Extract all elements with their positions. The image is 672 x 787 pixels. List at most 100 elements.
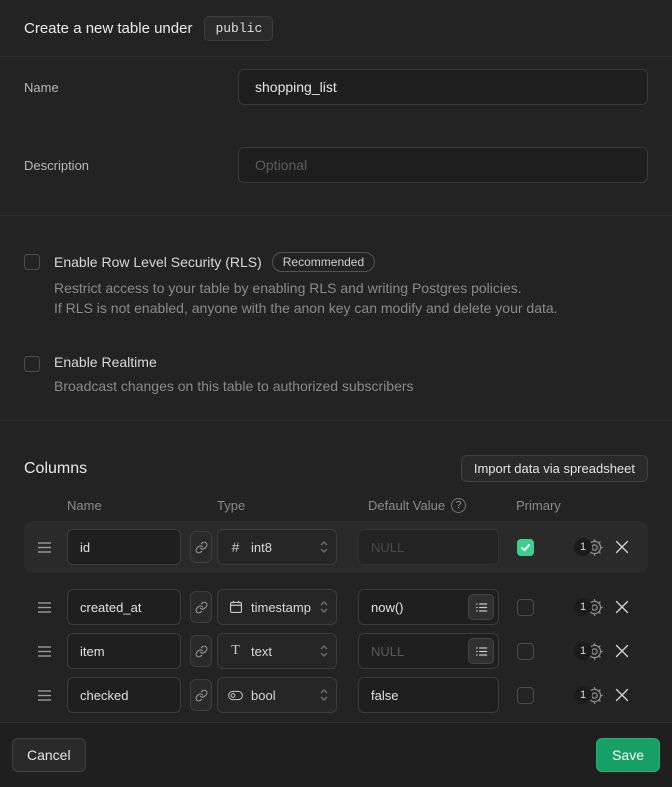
realtime-checkbox[interactable] — [24, 356, 40, 372]
rls-toggle-block: Enable Row Level Security (RLS) Recommen… — [24, 252, 648, 318]
primary-key-checkbox[interactable] — [517, 643, 534, 660]
import-spreadsheet-button[interactable]: Import data via spreadsheet — [461, 455, 648, 482]
columns-table-headers: Name Type Default Value ? Primary — [24, 498, 648, 512]
column-default-input[interactable] — [358, 677, 499, 713]
foreign-key-link-icon[interactable] — [190, 531, 212, 563]
drag-handle-icon[interactable] — [37, 689, 53, 702]
settings-count-badge: 1 — [574, 538, 592, 556]
drag-handle-icon[interactable] — [37, 601, 53, 614]
name-label: Name — [24, 69, 238, 95]
chevron-updown-icon — [319, 539, 329, 555]
default-suggestions-list-icon[interactable] — [468, 594, 494, 620]
settings-count-badge: 1 — [574, 642, 592, 660]
column-row-checked: bool 1 — [24, 677, 648, 713]
column-default-wrap — [358, 633, 499, 669]
chevron-updown-icon — [319, 643, 329, 659]
check-icon — [520, 542, 531, 553]
foreign-key-link-icon[interactable] — [190, 679, 212, 711]
table-details-section: Name Description — [0, 57, 672, 216]
column-type-select[interactable]: T text — [217, 633, 337, 669]
dialog-footer: Cancel Save — [0, 722, 672, 787]
rls-description: Restrict access to your table by enablin… — [54, 278, 558, 318]
column-type-value: bool — [251, 688, 311, 703]
column-header-type: Type — [217, 498, 245, 513]
column-header-primary: Primary — [516, 498, 561, 513]
column-name-input[interactable] — [67, 633, 181, 669]
column-header-default-label: Default Value — [368, 498, 445, 513]
column-header-name: Name — [67, 498, 102, 513]
chevron-updown-icon — [319, 599, 329, 615]
column-row-id-container: # int8 1 — [24, 521, 648, 573]
text-icon: T — [228, 643, 243, 659]
rls-description-line1: Restrict access to your table by enablin… — [54, 278, 558, 298]
default-suggestions-list-icon[interactable] — [468, 638, 494, 664]
columns-header: Columns Import data via spreadsheet — [24, 455, 648, 482]
columns-title: Columns — [24, 460, 87, 478]
realtime-description: Broadcast changes on this table to autho… — [54, 376, 414, 396]
hash-icon: # — [228, 539, 243, 555]
toggle-icon — [228, 690, 243, 701]
realtime-content: Enable Realtime Broadcast changes on thi… — [54, 354, 414, 396]
realtime-head: Enable Realtime — [54, 354, 414, 370]
columns-section: Columns Import data via spreadsheet Name… — [0, 421, 672, 722]
primary-key-checkbox[interactable] — [517, 599, 534, 616]
settings-count-badge: 1 — [574, 686, 592, 704]
rls-checkbox[interactable] — [24, 254, 40, 270]
create-table-dialog: Create a new table under public Name Des… — [0, 0, 672, 787]
dialog-title: Create a new table under — [24, 20, 192, 37]
column-default-wrap — [358, 589, 499, 625]
primary-key-checkbox[interactable] — [517, 687, 534, 704]
rls-content: Enable Row Level Security (RLS) Recommen… — [54, 252, 558, 318]
name-field-row: Name — [24, 69, 648, 105]
primary-key-checkbox[interactable] — [517, 539, 534, 556]
rls-head: Enable Row Level Security (RLS) Recommen… — [54, 252, 558, 272]
column-type-select[interactable]: bool — [217, 677, 337, 713]
description-label: Description — [24, 147, 238, 173]
column-default-wrap — [358, 677, 499, 713]
column-name-input[interactable] — [67, 589, 181, 625]
column-type-value: text — [251, 644, 311, 659]
description-field-row: Description — [24, 147, 648, 183]
delete-column-icon[interactable] — [615, 688, 629, 702]
dialog-header: Create a new table under public — [0, 0, 672, 57]
delete-column-icon[interactable] — [615, 600, 629, 614]
column-settings-group: 1 — [574, 642, 629, 661]
foreign-key-link-icon[interactable] — [190, 591, 212, 623]
table-name-input[interactable] — [238, 69, 648, 105]
settings-count-badge: 1 — [574, 598, 592, 616]
column-row-item: T text 1 — [24, 633, 648, 669]
calendar-icon — [228, 600, 243, 614]
column-name-input[interactable] — [67, 677, 181, 713]
cancel-button[interactable]: Cancel — [12, 738, 86, 772]
table-options-section: Enable Row Level Security (RLS) Recommen… — [0, 216, 672, 421]
column-header-default: Default Value ? — [368, 498, 466, 513]
column-default-input — [358, 529, 499, 565]
help-icon[interactable]: ? — [451, 498, 466, 513]
column-type-value: timestamptz — [251, 600, 311, 615]
realtime-toggle-block: Enable Realtime Broadcast changes on thi… — [24, 354, 648, 396]
column-rows: # int8 1 — [24, 521, 648, 713]
delete-column-icon[interactable] — [615, 540, 629, 554]
drag-handle-icon[interactable] — [37, 645, 53, 658]
save-button[interactable]: Save — [596, 738, 660, 772]
column-settings-group: 1 — [574, 598, 629, 617]
column-settings-group: 1 — [574, 686, 629, 705]
recommended-badge: Recommended — [272, 252, 375, 272]
column-type-value: int8 — [251, 540, 311, 555]
rls-description-line2: If RLS is not enabled, anyone with the a… — [54, 298, 558, 318]
delete-column-icon[interactable] — [615, 644, 629, 658]
foreign-key-link-icon[interactable] — [190, 635, 212, 667]
table-description-input[interactable] — [238, 147, 648, 183]
column-settings-group: 1 — [574, 538, 629, 557]
column-type-select[interactable]: timestamptz — [217, 589, 337, 625]
column-name-input[interactable] — [67, 529, 181, 565]
column-default-wrap — [358, 529, 499, 565]
column-row-id: # int8 1 — [24, 529, 648, 565]
chevron-updown-icon — [319, 687, 329, 703]
realtime-label: Enable Realtime — [54, 354, 157, 370]
rls-label: Enable Row Level Security (RLS) — [54, 254, 262, 270]
drag-handle-icon[interactable] — [37, 541, 53, 554]
schema-badge: public — [204, 16, 273, 41]
column-row-created-at: timestamptz 1 — [24, 589, 648, 625]
column-type-select[interactable]: # int8 — [217, 529, 337, 565]
